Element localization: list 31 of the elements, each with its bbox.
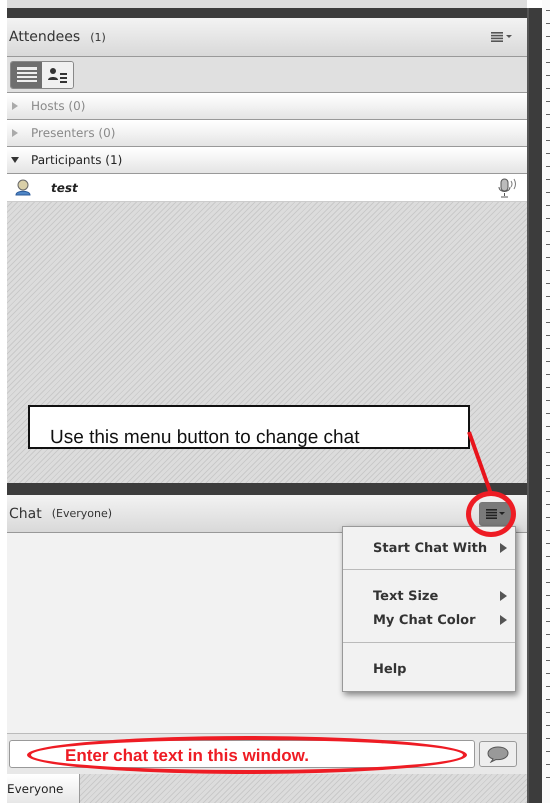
collapsed-arrow-icon: [11, 129, 19, 137]
chat-scope: (Everyone): [52, 507, 112, 520]
participant-name[interactable]: test: [51, 180, 78, 194]
submenu-arrow-icon: [500, 591, 507, 601]
submenu-arrow-icon: [500, 615, 507, 625]
menu-item[interactable]: My Chat Color: [343, 608, 515, 632]
callout-text: Enter chat text in this window.: [65, 746, 310, 766]
list-icon: [16, 66, 36, 82]
callout-box: Use this menu button to change chat: [28, 405, 470, 449]
speech-bubble-icon: [487, 746, 509, 762]
menu-button[interactable]: [479, 502, 513, 526]
menu-icon[interactable]: [491, 32, 513, 42]
group-header[interactable]: Participants (1): [7, 147, 527, 174]
expanded-arrow-icon: [11, 156, 19, 164]
card-view-button[interactable]: [42, 62, 73, 88]
chat-input-field[interactable]: [9, 740, 475, 768]
menu-icon: [486, 508, 506, 518]
list-view-button[interactable]: [11, 62, 42, 88]
menu-item[interactable]: Text Size: [343, 584, 515, 608]
panel-title: Attendees: [9, 29, 80, 45]
user-icon: [15, 179, 31, 196]
collapsed-arrow-icon: [11, 102, 19, 110]
panel-title: Chat: [9, 506, 42, 522]
attendee-count: (1): [90, 30, 106, 44]
send-button[interactable]: [479, 741, 517, 767]
tab[interactable]: Everyone: [7, 774, 80, 803]
menu-item[interactable]: Start Chat With: [343, 536, 515, 560]
person-list-icon: [48, 66, 68, 82]
highlight-circle: [466, 491, 516, 537]
submenu-arrow-icon: [500, 543, 507, 553]
menu-item[interactable]: Help: [343, 657, 515, 681]
